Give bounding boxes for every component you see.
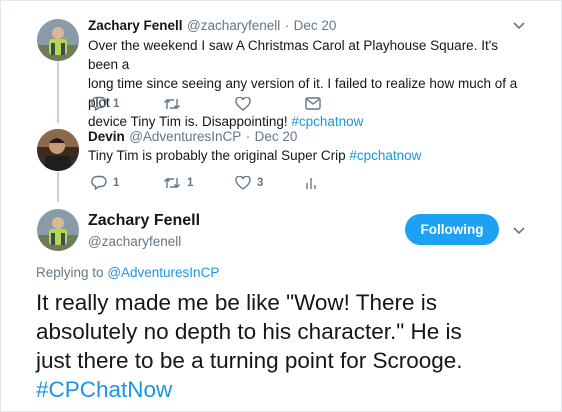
retweet-button[interactable] xyxy=(163,97,235,111)
reply1-header: Zachary Fenell @zacharyfenell · Dec 20 xyxy=(88,17,336,35)
retweet-button[interactable]: 1 xyxy=(163,176,235,190)
tweet-date[interactable]: Dec 20 xyxy=(294,18,337,33)
analytics-icon xyxy=(306,177,316,189)
tweet-text: Tiny Tim is probably the original Super … xyxy=(88,146,528,165)
like-icon xyxy=(235,175,251,190)
retweet-icon xyxy=(164,98,180,109)
like-count: 3 xyxy=(257,176,264,189)
tweet-text-line-3: device Tiny Tim is. Disappointing! xyxy=(88,114,288,129)
main-tweet-text: It really made me be like "Wow! There is… xyxy=(36,288,556,404)
hashtag-link[interactable]: #cpchatnow xyxy=(349,148,421,163)
replying-to-link[interactable]: @AdventuresInCP xyxy=(107,265,219,280)
author-handle[interactable]: @AdventuresInCP xyxy=(129,129,241,144)
reply2-header: Devin @AdventuresInCP · Dec 20 xyxy=(88,128,297,146)
avatar[interactable] xyxy=(37,209,79,251)
tweet-text-line: Tiny Tim is probably the original Super … xyxy=(88,148,346,163)
following-button[interactable]: Following xyxy=(405,214,499,245)
tweet-text-line: just there to be a turning point for Scr… xyxy=(36,348,463,373)
thread-line xyxy=(57,61,59,123)
hashtag-link[interactable]: #CPChatNow xyxy=(36,375,556,404)
author-name[interactable]: Zachary Fenell xyxy=(88,212,200,230)
reply-button[interactable]: 1 xyxy=(91,175,163,190)
direct-message-button[interactable] xyxy=(305,97,321,110)
separator: · xyxy=(284,18,290,33)
chevron-down-icon[interactable] xyxy=(512,223,526,237)
reply-button[interactable]: 1 xyxy=(91,96,163,111)
avatar[interactable] xyxy=(37,19,79,61)
direct-message-icon xyxy=(305,97,321,110)
reply-icon xyxy=(91,96,107,111)
like-icon xyxy=(235,96,251,111)
analytics-button[interactable] xyxy=(305,176,317,190)
tweet-actions: 1 xyxy=(91,96,321,111)
author-handle[interactable]: @zacharyfenell xyxy=(187,18,280,33)
tweet-date[interactable]: Dec 20 xyxy=(255,129,298,144)
author-name[interactable]: Zachary Fenell xyxy=(88,18,183,33)
tweet-text-line: absolutely no depth to his character." H… xyxy=(36,319,462,344)
tweet-text: Over the weekend I saw A Christmas Carol… xyxy=(88,36,528,131)
tweet-text-line: It really made me be like "Wow! There is xyxy=(36,290,438,315)
tweet-actions: 1 1 3 xyxy=(91,175,317,190)
author-name[interactable]: Devin xyxy=(88,129,125,144)
reply-icon xyxy=(91,175,107,190)
like-button[interactable] xyxy=(235,96,305,111)
tweet-thread: Zachary Fenell @zacharyfenell · Dec 20 O… xyxy=(0,0,562,412)
reply-count: 1 xyxy=(113,176,120,189)
replying-prefix: Replying to xyxy=(36,265,104,280)
avatar[interactable] xyxy=(37,129,79,171)
replying-to: Replying to @AdventuresInCP xyxy=(36,265,219,280)
thread-line xyxy=(57,172,59,202)
separator: · xyxy=(245,129,251,144)
retweet-icon xyxy=(164,177,180,188)
chevron-down-icon[interactable] xyxy=(512,18,526,32)
tweet-text-line: Over the weekend I saw A Christmas Carol… xyxy=(88,38,499,72)
author-handle[interactable]: @zacharyfenell xyxy=(88,234,181,249)
like-button[interactable]: 3 xyxy=(235,175,305,190)
reply-count: 1 xyxy=(113,97,120,110)
hashtag-link[interactable]: #cpchatnow xyxy=(291,114,363,129)
retweet-count: 1 xyxy=(187,176,194,189)
